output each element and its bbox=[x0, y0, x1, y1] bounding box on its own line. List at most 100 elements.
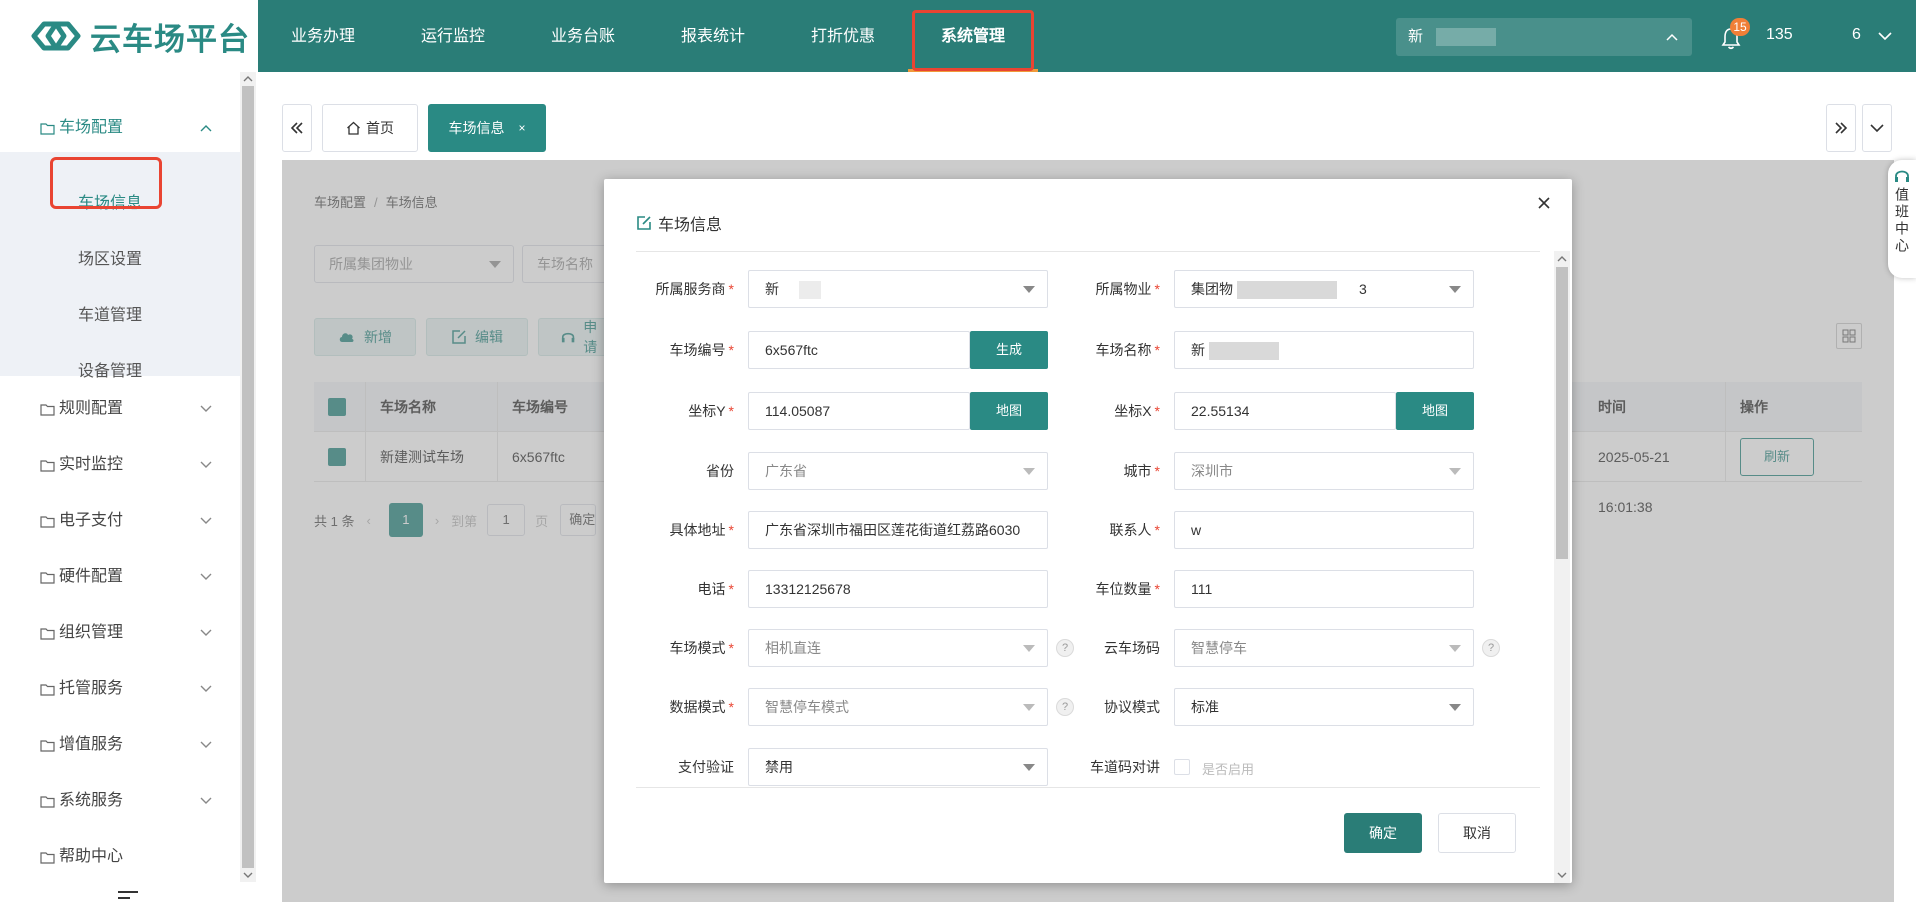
sidebar-group-organization[interactable]: 组织管理 bbox=[40, 613, 240, 653]
contact-input[interactable]: w bbox=[1174, 511, 1474, 549]
chevron-up-icon bbox=[200, 125, 212, 132]
user-name-tail: 6 bbox=[1852, 26, 1861, 43]
user-name[interactable]: 135 bbox=[1766, 26, 1793, 44]
name-input[interactable]: 新 bbox=[1174, 331, 1474, 369]
close-tab-icon[interactable]: × bbox=[518, 121, 525, 135]
collapse-menu-icon[interactable] bbox=[116, 890, 140, 900]
intercom-checkbox[interactable] bbox=[1174, 759, 1190, 775]
dialog-footer-divider bbox=[636, 787, 1540, 788]
tabs-scroll-right-button[interactable] bbox=[1826, 104, 1856, 152]
nav-monitor[interactable]: 运行监控 bbox=[388, 0, 518, 72]
data-mode-select[interactable]: 智慧停车模式 bbox=[748, 688, 1048, 726]
select-value: 新 bbox=[765, 281, 779, 297]
sidebar-group-label: 系统服务 bbox=[59, 792, 124, 809]
nav-reports[interactable]: 报表统计 bbox=[648, 0, 778, 72]
home-icon bbox=[347, 121, 360, 135]
sidebar-group-label: 电子支付 bbox=[59, 512, 124, 529]
map-button-x[interactable]: 地图 bbox=[1396, 392, 1474, 430]
cancel-button[interactable]: 取消 bbox=[1438, 813, 1516, 853]
duty-center-button[interactable]: 值班中心 bbox=[1888, 160, 1916, 278]
scroll-thumb[interactable] bbox=[1556, 267, 1568, 559]
city-select[interactable]: 深圳市 bbox=[1174, 452, 1474, 490]
tab-label: 首页 bbox=[366, 120, 394, 136]
label-text: 车位数量 bbox=[1095, 581, 1152, 597]
project-select[interactable]: 新 bbox=[1396, 18, 1692, 56]
dialog-close-button[interactable] bbox=[1532, 191, 1556, 215]
sidebar-group-realtime[interactable]: 实时监控 bbox=[40, 445, 240, 485]
sidebar-group-hosting[interactable]: 托管服务 bbox=[40, 669, 240, 709]
duty-center-label: 值班中心 bbox=[1894, 187, 1910, 255]
sidebar-item-device-management[interactable]: 设备管理 bbox=[78, 352, 142, 392]
chevron-down-icon bbox=[200, 629, 212, 636]
sidebar: 车场配置 车场信息 场区设置 车道管理 设备管理 规则配置 实时监控 电子支付 … bbox=[0, 72, 258, 902]
select-value: 深圳市 bbox=[1191, 463, 1233, 479]
label-text: 支付验证 bbox=[678, 759, 734, 775]
label-text: 车道码对讲 bbox=[1090, 759, 1160, 775]
app-name: 云车场平台 bbox=[90, 21, 250, 57]
help-icon[interactable]: ? bbox=[1482, 639, 1500, 657]
app-logo: 云车场平台 bbox=[0, 0, 258, 72]
sidebar-group-value-added[interactable]: 增值服务 bbox=[40, 725, 240, 765]
provider-select[interactable]: 新 bbox=[748, 270, 1048, 308]
code-input[interactable]: 6x567ftc bbox=[748, 331, 970, 369]
tabs-menu-button[interactable] bbox=[1862, 104, 1892, 152]
scroll-down-icon[interactable] bbox=[243, 871, 253, 879]
coord-y-label: 坐标Y * bbox=[604, 392, 734, 430]
confirm-button[interactable]: 确定 bbox=[1344, 813, 1422, 853]
sidebar-group-rules[interactable]: 规则配置 bbox=[40, 389, 240, 429]
protocol-select[interactable]: 标准 bbox=[1174, 688, 1474, 726]
spaces-input[interactable]: 111 bbox=[1174, 570, 1474, 608]
scroll-thumb[interactable] bbox=[242, 86, 254, 868]
tabs-scroll-left-button[interactable] bbox=[282, 104, 312, 152]
scroll-up-icon[interactable] bbox=[1557, 255, 1567, 263]
headset-icon bbox=[1895, 170, 1909, 182]
nav-system-management[interactable]: 系统管理 bbox=[908, 0, 1038, 72]
coord-x-input[interactable]: 22.55134 bbox=[1174, 392, 1396, 430]
active-item-highlight bbox=[50, 157, 162, 209]
mode-select[interactable]: 相机直连 bbox=[748, 629, 1048, 667]
cloud-code-select[interactable]: 智慧停车 bbox=[1174, 629, 1474, 667]
tab-home[interactable]: 首页 bbox=[322, 104, 418, 152]
chevron-down-icon bbox=[200, 405, 212, 412]
folder-icon bbox=[40, 739, 55, 752]
sidebar-group-parking-config[interactable]: 车场配置 bbox=[40, 108, 240, 148]
nav-business[interactable]: 业务办理 bbox=[258, 0, 388, 72]
chevron-up-icon bbox=[1666, 33, 1678, 41]
chevron-down-icon bbox=[200, 797, 212, 804]
chevron-down-icon[interactable] bbox=[1878, 32, 1892, 41]
close-icon bbox=[1538, 197, 1550, 209]
pay-verify-select[interactable]: 禁用 bbox=[748, 748, 1048, 786]
tab-parking-info[interactable]: 车场信息 × bbox=[428, 104, 546, 152]
nav-discount[interactable]: 打折优惠 bbox=[778, 0, 908, 72]
redacted-mask bbox=[1436, 28, 1496, 46]
sidebar-scrollbar[interactable] bbox=[240, 72, 256, 882]
intercom-label: 车道码对讲 bbox=[1030, 748, 1160, 786]
label-text: 协议模式 bbox=[1104, 699, 1160, 715]
property-select[interactable]: 集团物 3 bbox=[1174, 270, 1474, 308]
select-value: 禁用 bbox=[765, 759, 793, 775]
scroll-up-icon[interactable] bbox=[243, 75, 253, 83]
sidebar-group-help[interactable]: 帮助中心 bbox=[40, 837, 240, 877]
sidebar-group-system-service[interactable]: 系统服务 bbox=[40, 781, 240, 821]
select-value: 集团物 bbox=[1191, 281, 1233, 297]
sidebar-group-label: 增值服务 bbox=[59, 736, 124, 753]
label-text: 坐标Y bbox=[688, 403, 726, 419]
phone-input[interactable]: 13312125678 bbox=[748, 570, 1048, 608]
cloud-code-label: 云车场码 bbox=[1030, 629, 1160, 667]
nav-ledger[interactable]: 业务台账 bbox=[518, 0, 648, 72]
coord-y-input[interactable]: 114.05087 bbox=[748, 392, 970, 430]
sidebar-group-hardware[interactable]: 硬件配置 bbox=[40, 557, 240, 597]
contact-label: 联系人 * bbox=[1030, 511, 1160, 549]
province-select[interactable]: 广东省 bbox=[748, 452, 1048, 490]
sidebar-item-zone-settings[interactable]: 场区设置 bbox=[78, 240, 142, 280]
address-input[interactable]: 广东省深圳市福田区莲花街道红荔路6030 bbox=[748, 511, 1048, 549]
label-text: 车场编号 bbox=[669, 342, 726, 358]
sidebar-group-epay[interactable]: 电子支付 bbox=[40, 501, 240, 541]
sidebar-item-lane-management[interactable]: 车道管理 bbox=[78, 296, 142, 336]
scroll-down-icon[interactable] bbox=[1557, 871, 1567, 879]
select-value: 相机直连 bbox=[765, 640, 821, 656]
redacted-mask bbox=[1237, 281, 1337, 299]
data-mode-label: 数据模式 * bbox=[604, 688, 734, 726]
dialog-scrollbar[interactable] bbox=[1554, 251, 1570, 883]
redacted-mask bbox=[799, 281, 821, 299]
